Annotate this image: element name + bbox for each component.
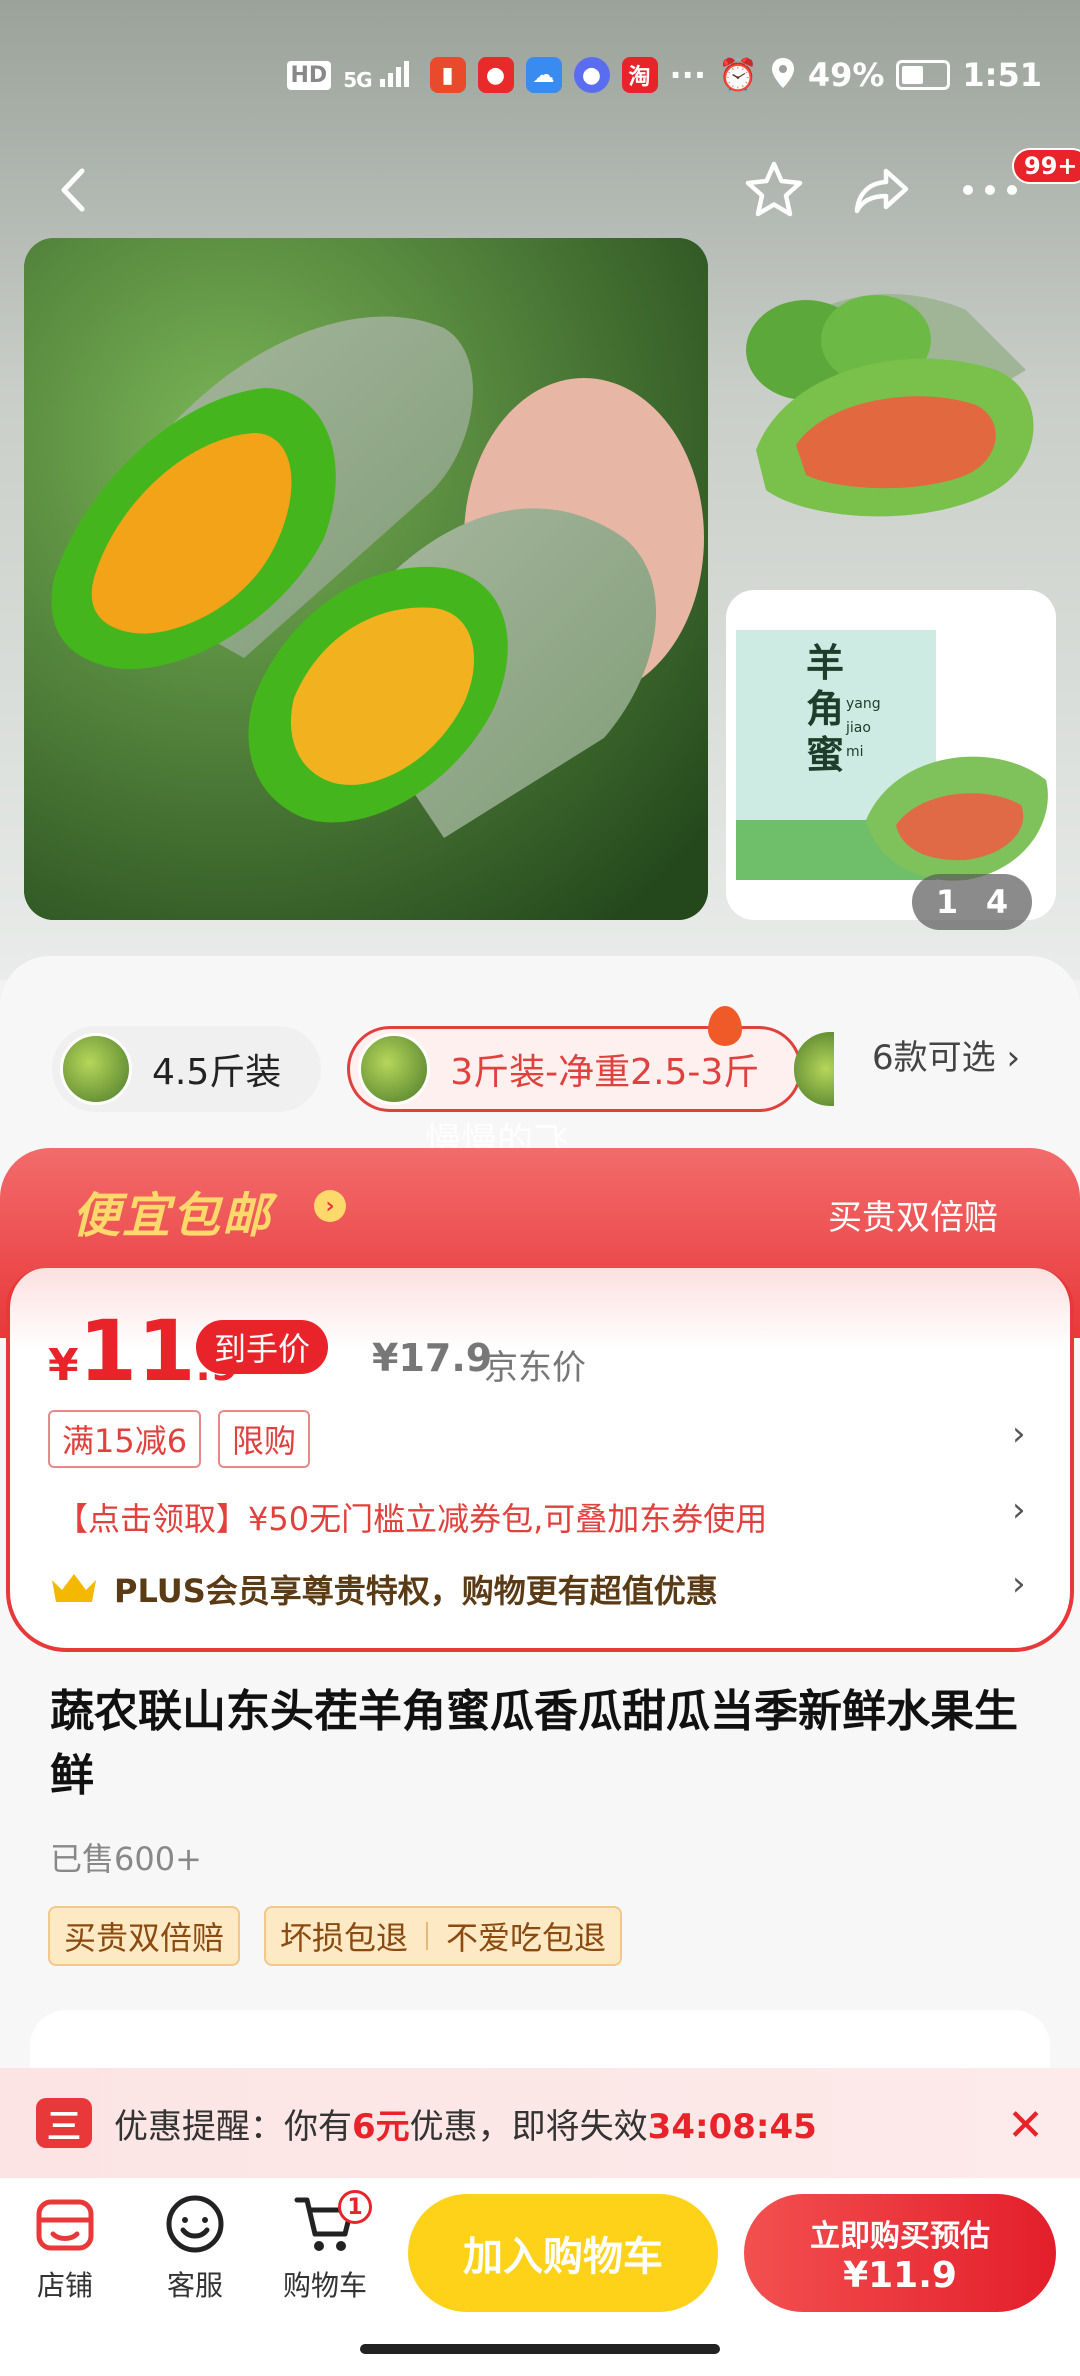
top-nav bbox=[0, 150, 1080, 230]
service-button[interactable]: 客服 bbox=[140, 2192, 250, 2304]
store-label: 店铺 bbox=[36, 2269, 93, 2302]
add-to-cart-button[interactable]: 加入购物车 bbox=[408, 2194, 718, 2312]
variant-label: 3斤装-净重2.5-3斤 bbox=[450, 1052, 760, 1093]
cart-count-badge: 1 bbox=[338, 2190, 372, 2224]
gallery-page-indicator: 1 4 bbox=[912, 874, 1032, 930]
discount-chevron-icon[interactable]: › bbox=[1012, 1414, 1026, 1454]
back-button[interactable] bbox=[34, 150, 114, 230]
price-guarantee-text[interactable]: 买贵双倍赔 bbox=[828, 1190, 998, 1239]
jd-app-icon: ● bbox=[477, 57, 514, 93]
cloud-app-icon: ☁ bbox=[525, 57, 562, 93]
coupon-chevron-icon[interactable]: › bbox=[1012, 1490, 1026, 1530]
reminder-countdown: 34:08:45 bbox=[647, 2106, 817, 2147]
badge-label: 不爱吃包退 bbox=[446, 1919, 607, 1957]
coupon-reminder-bar[interactable]: 三 优惠提醒：你有6元优惠，即将失效34:08:45 ✕ bbox=[0, 2068, 1080, 2178]
message-count-badge: 99+ bbox=[1012, 148, 1080, 184]
badge-label: 买贵双倍赔 bbox=[64, 1919, 225, 1957]
variant-thumbnail bbox=[358, 1033, 431, 1105]
badge-label: 坏损包退 bbox=[280, 1919, 409, 1957]
home-indicator[interactable] bbox=[360, 2344, 720, 2354]
status-bar: HD 5G ▮ ● ☁ ● 淘 ··· ⏰ 49% 1:51 bbox=[0, 40, 1080, 110]
store-button[interactable]: 店铺 bbox=[10, 2192, 120, 2304]
battery-percent: 49% bbox=[807, 56, 885, 94]
melon-thumbnail-image bbox=[746, 294, 1034, 517]
jd-price-label: 京东价 bbox=[484, 1348, 586, 1388]
buy-now-button[interactable]: 立即购买预估 ¥11.9 bbox=[744, 2194, 1056, 2312]
app-notification-icon: ▮ bbox=[429, 57, 466, 93]
gallery-thumbnail-box[interactable]: 羊角蜜 yang jiao mi bbox=[726, 590, 1056, 920]
more-notifications-icon: ··· bbox=[669, 56, 706, 94]
hd-icon: HD bbox=[286, 60, 332, 90]
guarantee-badge[interactable]: 买贵双倍赔 bbox=[48, 1906, 241, 1966]
cart-label: 购物车 bbox=[282, 2269, 367, 2302]
variant-thumbnail bbox=[60, 1033, 132, 1105]
variant-label: 4.5斤装 bbox=[152, 1052, 282, 1093]
gift-box-image bbox=[736, 630, 1048, 881]
service-label: 客服 bbox=[166, 2269, 223, 2302]
network-type: 5G bbox=[343, 67, 372, 92]
discount-tag[interactable]: 满15减6 bbox=[48, 1410, 202, 1468]
back-icon bbox=[61, 168, 85, 212]
current-page: 1 bbox=[935, 883, 959, 921]
reminder-amount: 6元 bbox=[352, 2106, 410, 2147]
hot-fire-icon bbox=[708, 1006, 742, 1046]
total-pages: 4 bbox=[985, 883, 1009, 921]
customer-service-icon bbox=[166, 2195, 224, 2253]
clock: 1:51 bbox=[962, 56, 1042, 94]
final-price-label: 到手价 bbox=[196, 1320, 329, 1374]
variant-option[interactable]: 4.5斤装 bbox=[52, 1026, 322, 1112]
main-product-image[interactable] bbox=[24, 238, 708, 920]
box-brand-text: 羊角蜜 bbox=[806, 641, 845, 777]
sold-count: 已售600+ bbox=[50, 1840, 202, 1878]
coupon-offer-link[interactable]: 【点击领取】¥50无门槛立减券包,可叠加东券使用 bbox=[56, 1494, 767, 1540]
star-icon bbox=[745, 161, 803, 217]
variant-selector: 4.5斤装 3斤装-净重2.5-3斤 bbox=[52, 1026, 803, 1112]
browser-app-icon: ● bbox=[573, 57, 610, 93]
jd-price: ¥17.9 bbox=[372, 1336, 493, 1380]
coupon-reminder-text: 优惠提醒：你有6元优惠，即将失效34:08:45 bbox=[114, 2099, 817, 2148]
badge-divider bbox=[426, 1922, 429, 1950]
battery-fill bbox=[902, 66, 923, 84]
more-icon bbox=[963, 185, 1017, 195]
gallery-thumbnail-melon[interactable] bbox=[726, 250, 1056, 570]
promo-arrow-icon[interactable]: › bbox=[314, 1190, 346, 1222]
limit-tag[interactable]: 限购 bbox=[218, 1410, 311, 1468]
return-policy-badge[interactable]: 坏损包退 不爱吃包退 bbox=[264, 1906, 623, 1966]
price-integer: 11 bbox=[78, 1302, 196, 1400]
buy-now-price: ¥11.9 bbox=[843, 2254, 957, 2296]
taobao-app-icon: 淘 bbox=[621, 57, 658, 93]
crown-icon bbox=[52, 1574, 96, 1602]
battery-icon bbox=[896, 60, 951, 90]
location-icon bbox=[770, 56, 796, 94]
reminder-middle: 优惠，即将失效 bbox=[409, 2106, 648, 2147]
box-pinyin-2: jiao bbox=[846, 720, 871, 736]
more-variants-link[interactable]: 6款可选 › bbox=[872, 1030, 1020, 1079]
box-pinyin-3: mi bbox=[846, 744, 864, 760]
promo-title[interactable]: 便宜包邮 bbox=[72, 1176, 272, 1246]
alarm-icon: ⏰ bbox=[717, 56, 758, 94]
coupon-icon: 三 bbox=[36, 2098, 92, 2148]
buy-now-label: 立即购买预估 bbox=[810, 2218, 990, 2254]
store-icon bbox=[36, 2199, 94, 2251]
plus-chevron-icon[interactable]: › bbox=[1012, 1564, 1026, 1604]
favorite-button[interactable] bbox=[734, 150, 814, 230]
close-icon[interactable]: ✕ bbox=[1007, 2100, 1044, 2151]
signal-icon: 5G bbox=[343, 59, 417, 92]
plus-member-link[interactable]: PLUS会员享尊贵特权，购物更有超值优惠 bbox=[114, 1566, 718, 1612]
share-button[interactable] bbox=[842, 150, 922, 230]
reminder-prefix: 优惠提醒：你有 bbox=[114, 2106, 352, 2147]
product-title: 蔬农联山东头茬羊角蜜瓜香瓜甜瓜当季新鲜水果生鲜 bbox=[50, 1686, 1018, 1801]
melon-photo bbox=[24, 238, 708, 920]
currency-symbol: ¥ bbox=[48, 1340, 79, 1391]
box-pinyin-1: yang bbox=[846, 696, 881, 712]
share-icon bbox=[854, 168, 909, 214]
